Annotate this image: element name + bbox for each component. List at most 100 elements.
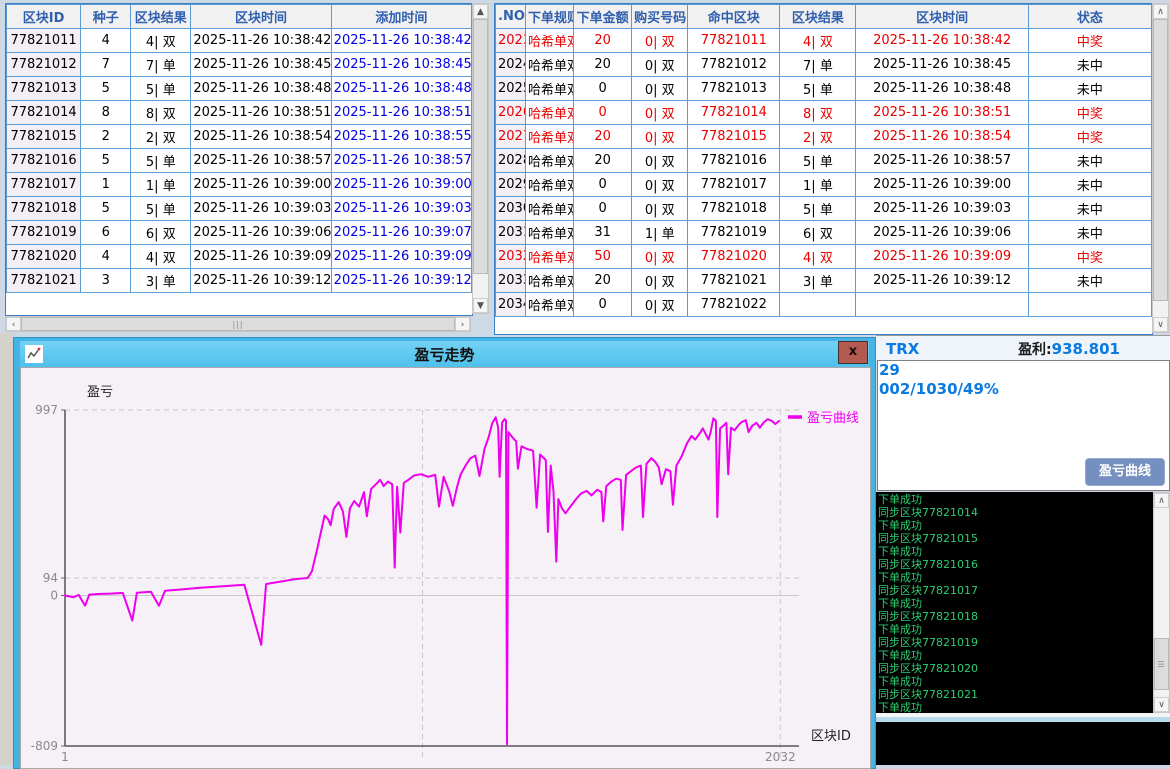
log-line: 同步区块77821015 [878, 532, 1152, 545]
table-cell: 2032 [496, 245, 526, 269]
table-cell: 77821011 [7, 29, 81, 53]
window-title: 盈亏走势 [20, 344, 869, 365]
column-header[interactable]: 下单金额 [574, 5, 632, 29]
table-row[interactable]: 2023哈希单双200| 双778210114| 双2025-11-26 10:… [496, 29, 1152, 53]
column-header[interactable]: 区块时间 [191, 5, 331, 29]
log-line: 下单成功 [878, 649, 1152, 662]
profit-curve-button[interactable]: 盈亏曲线 [1085, 458, 1165, 486]
table-cell: 0| 双 [632, 149, 688, 173]
column-header[interactable]: 区块时间 [856, 5, 1028, 29]
column-header[interactable]: 购买号码 [632, 5, 688, 29]
table-row[interactable]: 2024哈希单双200| 双778210127| 单2025-11-26 10:… [496, 53, 1152, 77]
svg-text:94: 94 [43, 571, 58, 585]
table-row[interactable]: 7782101277| 单2025-11-26 10:38:452025-11-… [7, 53, 472, 77]
stats-line-1: 29 [878, 361, 1169, 380]
svg-text:1: 1 [61, 750, 69, 764]
table-cell: 1| 单 [780, 173, 856, 197]
blocks-table-vscrollbar[interactable]: ▲ ▼ [472, 3, 489, 314]
table-row[interactable]: 2025哈希单双00| 双778210135| 单2025-11-26 10:3… [496, 77, 1152, 101]
table-row[interactable]: 7782101522| 双2025-11-26 10:38:542025-11-… [7, 125, 472, 149]
table-row[interactable]: 2030哈希单双00| 双778210185| 单2025-11-26 10:3… [496, 197, 1152, 221]
scrollbar-thumb[interactable]: ☰ [1154, 638, 1169, 690]
blocks-table-hscrollbar[interactable]: ‹ ||| › [5, 316, 471, 332]
terminal-vscrollbar[interactable]: ∧ ☰ ∨ [1153, 492, 1170, 713]
scrollbar-thumb[interactable] [473, 19, 488, 274]
table-row[interactable]: 7782101855| 单2025-11-26 10:39:032025-11-… [7, 197, 472, 221]
table-row[interactable]: 7782101355| 单2025-11-26 10:38:482025-11-… [7, 77, 472, 101]
table-row[interactable]: 7782101144| 双2025-11-26 10:38:422025-11-… [7, 29, 472, 53]
table-row[interactable]: 7782102044| 双2025-11-26 10:39:092025-11-… [7, 245, 472, 269]
table-row[interactable]: 2031哈希单双311| 单778210196| 双2025-11-26 10:… [496, 221, 1152, 245]
orders-table: .NO下单规则下单金额购买号码命中区块区块结果区块时间状态 2023哈希单双20… [495, 4, 1152, 317]
scrollbar-thumb[interactable] [1153, 19, 1168, 301]
table-cell: 2025-11-26 10:39:06 [191, 221, 331, 245]
scroll-up-icon[interactable]: ▲ [473, 4, 488, 19]
scroll-down-icon[interactable]: ∨ [1153, 317, 1168, 332]
table-row[interactable]: 2027哈希单双200| 双778210152| 双2025-11-26 10:… [496, 125, 1152, 149]
column-header[interactable]: .NO [496, 5, 526, 29]
table-row[interactable]: 7782101655| 单2025-11-26 10:38:572025-11-… [7, 149, 472, 173]
table-cell: 77821011 [688, 29, 780, 53]
table-cell: 2030 [496, 197, 526, 221]
table-row[interactable]: 2033哈希单双200| 双778210213| 单2025-11-26 10:… [496, 269, 1152, 293]
table-cell: 2025-11-26 10:38:48 [191, 77, 331, 101]
table-cell: 7| 单 [780, 53, 856, 77]
table-cell: 2025-11-26 10:39:03 [856, 197, 1028, 221]
orders-table-panel: .NO下单规则下单金额购买号码命中区块区块结果区块时间状态 2023哈希单双20… [494, 3, 1153, 335]
table-cell: 2025-11-26 10:38:42 [331, 29, 471, 53]
column-header[interactable]: 区块ID [7, 5, 81, 29]
table-cell: 2| 双 [780, 125, 856, 149]
column-header[interactable]: 状态 [1028, 5, 1151, 29]
scrollbar-thumb[interactable]: ||| [21, 317, 455, 331]
scroll-up-icon[interactable]: ∧ [1154, 493, 1169, 508]
table-cell: 4| 双 [131, 245, 191, 269]
column-header[interactable]: 种子 [81, 5, 131, 29]
scroll-down-icon[interactable]: ▼ [473, 298, 488, 313]
table-cell: 77821017 [688, 173, 780, 197]
table-row[interactable]: 2032哈希单双500| 双778210204| 双2025-11-26 10:… [496, 245, 1152, 269]
table-row[interactable]: 7782101711| 单2025-11-26 10:39:002025-11-… [7, 173, 472, 197]
table-row[interactable]: 7782102133| 单2025-11-26 10:39:122025-11-… [7, 269, 472, 293]
scroll-up-icon[interactable]: ∧ [1153, 4, 1168, 19]
table-cell: 2025-11-26 10:38:54 [856, 125, 1028, 149]
table-row[interactable]: 7782101488| 双2025-11-26 10:38:512025-11-… [7, 101, 472, 125]
table-cell: 2025-11-26 10:39:09 [331, 245, 471, 269]
column-header[interactable]: 命中区块 [688, 5, 780, 29]
table-cell: 2023 [496, 29, 526, 53]
table-cell: 77821014 [7, 101, 81, 125]
table-cell: 0| 双 [632, 293, 688, 317]
table-cell: 未中 [1028, 221, 1151, 245]
table-cell: 77821016 [7, 149, 81, 173]
table-cell: 未中 [1028, 269, 1151, 293]
table-cell [1028, 293, 1151, 317]
window-titlebar[interactable]: 盈亏走势 x [20, 341, 869, 367]
table-cell: 未中 [1028, 53, 1151, 77]
currency-label: TRX [886, 340, 919, 358]
table-cell: 4 [81, 29, 131, 53]
orders-table-vscrollbar[interactable]: ∧ ∨ [1152, 3, 1169, 333]
table-row[interactable]: 2026哈希单双00| 双778210148| 双2025-11-26 10:3… [496, 101, 1152, 125]
table-cell: 2027 [496, 125, 526, 149]
table-row[interactable]: 7782101966| 双2025-11-26 10:39:062025-11-… [7, 221, 472, 245]
column-header[interactable]: 区块结果 [131, 5, 191, 29]
table-cell: 77821019 [688, 221, 780, 245]
column-header[interactable]: 下单规则 [526, 5, 574, 29]
table-row[interactable]: 2034哈希单双00| 双77821022 [496, 293, 1152, 317]
column-header[interactable]: 区块结果 [780, 5, 856, 29]
table-cell: 2025-11-26 10:38:42 [856, 29, 1028, 53]
column-header[interactable]: 添加时间 [331, 5, 471, 29]
table-cell: 2025-11-26 10:39:09 [191, 245, 331, 269]
table-cell: 1| 单 [131, 173, 191, 197]
table-cell: 2025-11-26 10:39:00 [191, 173, 331, 197]
scroll-right-icon[interactable]: › [455, 317, 470, 331]
table-cell: 哈希单双 [526, 173, 574, 197]
table-row[interactable]: 2029哈希单双00| 双778210171| 单2025-11-26 10:3… [496, 173, 1152, 197]
table-row[interactable]: 2028哈希单双200| 双778210165| 单2025-11-26 10:… [496, 149, 1152, 173]
table-cell: 哈希单双 [526, 149, 574, 173]
table-cell: 0| 双 [632, 101, 688, 125]
close-icon[interactable]: x [838, 341, 868, 364]
scroll-left-icon[interactable]: ‹ [6, 317, 21, 331]
scroll-down-icon[interactable]: ∨ [1154, 697, 1169, 712]
stats-header: TRX 盈利: 938.801 [876, 335, 1170, 361]
table-cell: 未中 [1028, 173, 1151, 197]
